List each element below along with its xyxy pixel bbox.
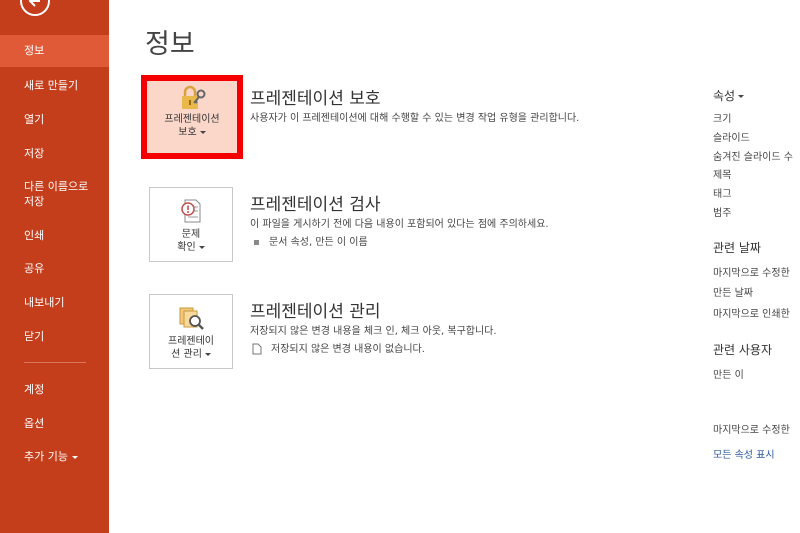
bullet-icon xyxy=(254,239,259,245)
inspect-desc: 이 파일을 게시하기 전에 다음 내용이 포함되어 있다는 점에 주의하세요. xyxy=(250,219,549,230)
nav-options[interactable]: 옵션 xyxy=(0,408,109,440)
check-issues-label: 문제 확인 xyxy=(150,228,232,254)
protect-presentation-button[interactable]: 프레젠테이션 보호 xyxy=(141,75,243,159)
protect-title: 프레젠테이션 보호 xyxy=(250,89,381,109)
manage-bullet: 저장되지 않은 변경 내용이 없습니다. xyxy=(252,340,425,355)
date-last-printed: 마지막으로 인쇄한 xyxy=(713,309,790,320)
protect-button-label: 프레젠테이션 보호 xyxy=(164,114,220,138)
inspect-bullet: 문서 속성, 만든 이 이름 xyxy=(254,233,368,248)
properties-panel: 속성 크기 슬라이드 숨겨진 슬라이드 수 제목 태그 범주 관련 날짜 마지막… xyxy=(713,0,800,533)
nav-close[interactable]: 닫기 xyxy=(0,321,109,353)
property-hidden-slides: 숨겨진 슬라이드 수 xyxy=(713,152,793,163)
chevron-down-icon xyxy=(204,352,211,356)
show-all-properties-link[interactable]: 모든 속성 표시 xyxy=(713,446,775,461)
manage-versions-icon xyxy=(178,305,204,331)
nav-addins-label: 추가 기능 xyxy=(24,450,68,463)
chevron-down-icon xyxy=(71,455,78,459)
nav-addins[interactable]: 추가 기능 xyxy=(0,441,109,473)
page-title: 정보 xyxy=(145,29,195,60)
check-issues-button[interactable]: 문제 확인 xyxy=(149,187,233,262)
date-last-modified: 마지막으로 수정한 xyxy=(713,268,790,279)
back-arrow-icon xyxy=(28,0,40,7)
chevron-down-icon xyxy=(199,130,206,134)
document-icon xyxy=(252,343,262,355)
manage-desc: 저장되지 않은 변경 내용을 체크 인, 체크 아웃, 복구합니다. xyxy=(250,326,497,337)
chevron-down-icon xyxy=(198,245,205,249)
nav-new[interactable]: 새로 만들기 xyxy=(0,70,109,102)
property-tags: 태그 xyxy=(713,189,732,200)
nav-export[interactable]: 내보내기 xyxy=(0,287,109,319)
date-created: 만든 날짜 xyxy=(713,288,753,299)
related-people-header: 관련 사용자 xyxy=(713,343,773,357)
back-button[interactable] xyxy=(20,0,50,16)
people-author: 만든 이 xyxy=(713,370,744,381)
properties-header[interactable]: 속성 xyxy=(713,87,745,104)
property-category: 범주 xyxy=(713,208,732,219)
nav-open[interactable]: 열기 xyxy=(0,104,109,136)
nav-share[interactable]: 공유 xyxy=(0,253,109,285)
lock-key-icon xyxy=(179,85,206,111)
property-size: 크기 xyxy=(713,114,732,125)
inspect-title: 프레젠테이션 검사 xyxy=(250,195,381,215)
nav-save-as[interactable]: 다른 이름으로 저장 xyxy=(0,179,109,213)
protect-desc: 사용자가 이 프레젠테이션에 대해 수행할 수 있는 변경 작업 유형을 관리합… xyxy=(250,113,580,124)
property-slides: 슬라이드 xyxy=(713,133,750,144)
related-dates-header: 관련 날짜 xyxy=(713,241,761,255)
nav-info[interactable]: 정보 xyxy=(0,35,109,67)
manage-button-label: 프레젠테이 션 관리 xyxy=(168,336,214,360)
property-title: 제목 xyxy=(713,170,732,181)
inspect-document-icon xyxy=(178,198,204,224)
nav-save[interactable]: 저장 xyxy=(0,138,109,170)
backstage-sidebar: 정보 새로 만들기 열기 저장 다른 이름으로 저장 인쇄 공유 내보내기 닫기… xyxy=(0,0,109,533)
chevron-down-icon xyxy=(738,95,745,98)
people-last-modified-by: 마지막으로 수정한 xyxy=(713,425,790,436)
nav-account[interactable]: 계정 xyxy=(0,374,109,406)
sidebar-divider xyxy=(24,362,86,363)
nav-print[interactable]: 인쇄 xyxy=(0,220,109,252)
manage-presentation-button[interactable]: 프레젠테이 션 관리 xyxy=(149,294,233,369)
manage-title: 프레젠테이션 관리 xyxy=(250,302,381,322)
